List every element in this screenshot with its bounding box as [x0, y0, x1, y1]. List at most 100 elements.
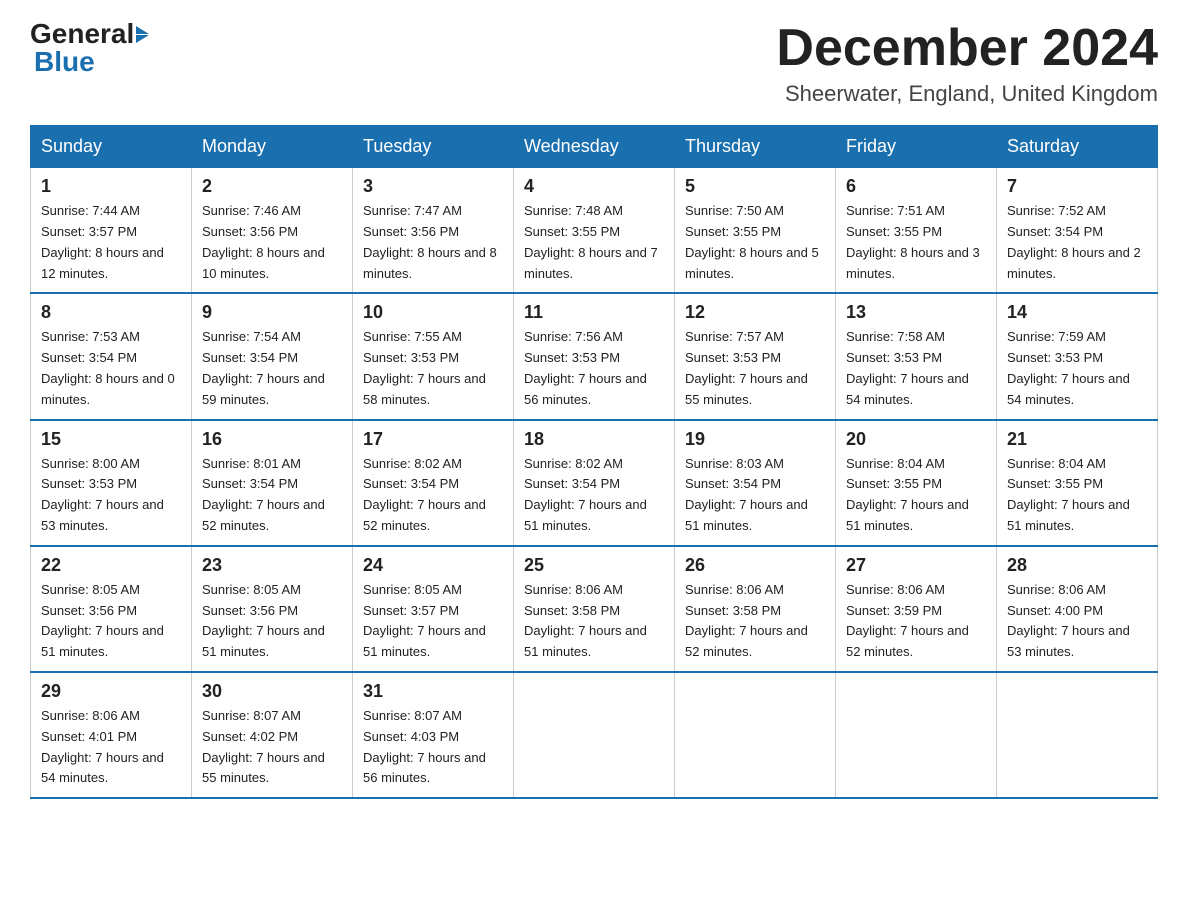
table-row: 30 Sunrise: 8:07 AM Sunset: 4:02 PM Dayl… — [192, 672, 353, 798]
table-row: 31 Sunrise: 8:07 AM Sunset: 4:03 PM Dayl… — [353, 672, 514, 798]
table-row: 4 Sunrise: 7:48 AM Sunset: 3:55 PM Dayli… — [514, 168, 675, 294]
day-number: 13 — [846, 302, 986, 323]
day-number: 7 — [1007, 176, 1147, 197]
day-number: 12 — [685, 302, 825, 323]
day-info: Sunrise: 7:46 AM Sunset: 3:56 PM Dayligh… — [202, 201, 342, 284]
day-info: Sunrise: 8:04 AM Sunset: 3:55 PM Dayligh… — [1007, 454, 1147, 537]
day-info: Sunrise: 8:06 AM Sunset: 3:58 PM Dayligh… — [685, 580, 825, 663]
table-row: 22 Sunrise: 8:05 AM Sunset: 3:56 PM Dayl… — [31, 546, 192, 672]
day-info: Sunrise: 7:51 AM Sunset: 3:55 PM Dayligh… — [846, 201, 986, 284]
day-number: 24 — [363, 555, 503, 576]
day-info: Sunrise: 8:05 AM Sunset: 3:57 PM Dayligh… — [363, 580, 503, 663]
table-row: 28 Sunrise: 8:06 AM Sunset: 4:00 PM Dayl… — [997, 546, 1158, 672]
day-number: 6 — [846, 176, 986, 197]
table-row: 29 Sunrise: 8:06 AM Sunset: 4:01 PM Dayl… — [31, 672, 192, 798]
table-row: 9 Sunrise: 7:54 AM Sunset: 3:54 PM Dayli… — [192, 293, 353, 419]
day-number: 23 — [202, 555, 342, 576]
col-wednesday: Wednesday — [514, 126, 675, 168]
table-row: 27 Sunrise: 8:06 AM Sunset: 3:59 PM Dayl… — [836, 546, 997, 672]
day-number: 20 — [846, 429, 986, 450]
calendar-week-5: 29 Sunrise: 8:06 AM Sunset: 4:01 PM Dayl… — [31, 672, 1158, 798]
table-row: 13 Sunrise: 7:58 AM Sunset: 3:53 PM Dayl… — [836, 293, 997, 419]
day-info: Sunrise: 8:06 AM Sunset: 3:58 PM Dayligh… — [524, 580, 664, 663]
col-saturday: Saturday — [997, 126, 1158, 168]
day-number: 3 — [363, 176, 503, 197]
day-info: Sunrise: 8:02 AM Sunset: 3:54 PM Dayligh… — [363, 454, 503, 537]
day-info: Sunrise: 7:44 AM Sunset: 3:57 PM Dayligh… — [41, 201, 181, 284]
table-row: 24 Sunrise: 8:05 AM Sunset: 3:57 PM Dayl… — [353, 546, 514, 672]
table-row: 12 Sunrise: 7:57 AM Sunset: 3:53 PM Dayl… — [675, 293, 836, 419]
day-number: 19 — [685, 429, 825, 450]
day-number: 31 — [363, 681, 503, 702]
day-info: Sunrise: 8:06 AM Sunset: 4:01 PM Dayligh… — [41, 706, 181, 789]
table-row: 23 Sunrise: 8:05 AM Sunset: 3:56 PM Dayl… — [192, 546, 353, 672]
day-number: 16 — [202, 429, 342, 450]
day-number: 8 — [41, 302, 181, 323]
table-row: 6 Sunrise: 7:51 AM Sunset: 3:55 PM Dayli… — [836, 168, 997, 294]
table-row: 2 Sunrise: 7:46 AM Sunset: 3:56 PM Dayli… — [192, 168, 353, 294]
logo-general-text: General — [30, 20, 134, 48]
table-row: 16 Sunrise: 8:01 AM Sunset: 3:54 PM Dayl… — [192, 420, 353, 546]
day-number: 5 — [685, 176, 825, 197]
day-info: Sunrise: 7:57 AM Sunset: 3:53 PM Dayligh… — [685, 327, 825, 410]
day-number: 26 — [685, 555, 825, 576]
col-thursday: Thursday — [675, 126, 836, 168]
day-info: Sunrise: 7:55 AM Sunset: 3:53 PM Dayligh… — [363, 327, 503, 410]
day-info: Sunrise: 7:47 AM Sunset: 3:56 PM Dayligh… — [363, 201, 503, 284]
day-info: Sunrise: 8:05 AM Sunset: 3:56 PM Dayligh… — [41, 580, 181, 663]
day-info: Sunrise: 7:59 AM Sunset: 3:53 PM Dayligh… — [1007, 327, 1147, 410]
day-number: 1 — [41, 176, 181, 197]
day-info: Sunrise: 8:07 AM Sunset: 4:03 PM Dayligh… — [363, 706, 503, 789]
logo-blue-text: Blue — [34, 48, 149, 76]
day-number: 17 — [363, 429, 503, 450]
header-row: Sunday Monday Tuesday Wednesday Thursday… — [31, 126, 1158, 168]
table-row: 21 Sunrise: 8:04 AM Sunset: 3:55 PM Dayl… — [997, 420, 1158, 546]
day-info: Sunrise: 7:54 AM Sunset: 3:54 PM Dayligh… — [202, 327, 342, 410]
table-row: 19 Sunrise: 8:03 AM Sunset: 3:54 PM Dayl… — [675, 420, 836, 546]
table-row: 3 Sunrise: 7:47 AM Sunset: 3:56 PM Dayli… — [353, 168, 514, 294]
day-info: Sunrise: 8:00 AM Sunset: 3:53 PM Dayligh… — [41, 454, 181, 537]
day-number: 29 — [41, 681, 181, 702]
table-row: 8 Sunrise: 7:53 AM Sunset: 3:54 PM Dayli… — [31, 293, 192, 419]
logo: General Blue — [30, 20, 149, 76]
day-number: 27 — [846, 555, 986, 576]
calendar-week-4: 22 Sunrise: 8:05 AM Sunset: 3:56 PM Dayl… — [31, 546, 1158, 672]
table-row: 14 Sunrise: 7:59 AM Sunset: 3:53 PM Dayl… — [997, 293, 1158, 419]
col-tuesday: Tuesday — [353, 126, 514, 168]
table-row: 7 Sunrise: 7:52 AM Sunset: 3:54 PM Dayli… — [997, 168, 1158, 294]
table-row: 18 Sunrise: 8:02 AM Sunset: 3:54 PM Dayl… — [514, 420, 675, 546]
table-row — [675, 672, 836, 798]
day-number: 14 — [1007, 302, 1147, 323]
calendar-week-3: 15 Sunrise: 8:00 AM Sunset: 3:53 PM Dayl… — [31, 420, 1158, 546]
day-info: Sunrise: 8:07 AM Sunset: 4:02 PM Dayligh… — [202, 706, 342, 789]
table-row: 1 Sunrise: 7:44 AM Sunset: 3:57 PM Dayli… — [31, 168, 192, 294]
title-section: December 2024 Sheerwater, England, Unite… — [776, 20, 1158, 107]
month-title: December 2024 — [776, 20, 1158, 77]
day-number: 4 — [524, 176, 664, 197]
calendar-table: Sunday Monday Tuesday Wednesday Thursday… — [30, 125, 1158, 799]
table-row — [836, 672, 997, 798]
table-row: 26 Sunrise: 8:06 AM Sunset: 3:58 PM Dayl… — [675, 546, 836, 672]
day-number: 21 — [1007, 429, 1147, 450]
day-number: 25 — [524, 555, 664, 576]
table-row: 25 Sunrise: 8:06 AM Sunset: 3:58 PM Dayl… — [514, 546, 675, 672]
col-sunday: Sunday — [31, 126, 192, 168]
location-subtitle: Sheerwater, England, United Kingdom — [776, 81, 1158, 107]
day-info: Sunrise: 7:52 AM Sunset: 3:54 PM Dayligh… — [1007, 201, 1147, 284]
day-number: 9 — [202, 302, 342, 323]
table-row: 15 Sunrise: 8:00 AM Sunset: 3:53 PM Dayl… — [31, 420, 192, 546]
col-monday: Monday — [192, 126, 353, 168]
day-info: Sunrise: 7:50 AM Sunset: 3:55 PM Dayligh… — [685, 201, 825, 284]
day-info: Sunrise: 7:48 AM Sunset: 3:55 PM Dayligh… — [524, 201, 664, 284]
day-number: 18 — [524, 429, 664, 450]
table-row: 20 Sunrise: 8:04 AM Sunset: 3:55 PM Dayl… — [836, 420, 997, 546]
col-friday: Friday — [836, 126, 997, 168]
day-info: Sunrise: 8:05 AM Sunset: 3:56 PM Dayligh… — [202, 580, 342, 663]
day-info: Sunrise: 7:58 AM Sunset: 3:53 PM Dayligh… — [846, 327, 986, 410]
table-row: 11 Sunrise: 7:56 AM Sunset: 3:53 PM Dayl… — [514, 293, 675, 419]
day-number: 28 — [1007, 555, 1147, 576]
day-number: 30 — [202, 681, 342, 702]
day-info: Sunrise: 8:06 AM Sunset: 4:00 PM Dayligh… — [1007, 580, 1147, 663]
table-row: 17 Sunrise: 8:02 AM Sunset: 3:54 PM Dayl… — [353, 420, 514, 546]
page-header: General Blue December 2024 Sheerwater, E… — [30, 20, 1158, 107]
